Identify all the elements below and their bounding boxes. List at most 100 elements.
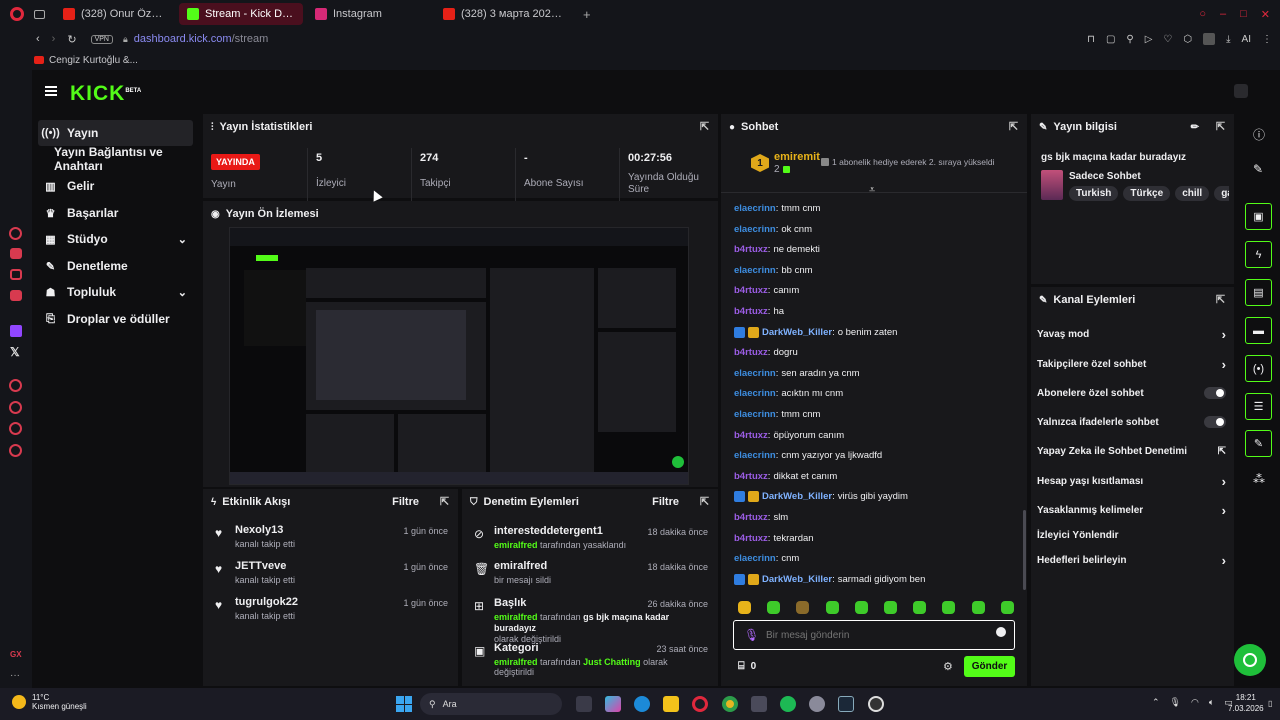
popout-icon[interactable]: ⇱ bbox=[439, 496, 450, 508]
chat-username[interactable]: b4rtuxz bbox=[734, 512, 768, 523]
chat-username[interactable]: elaecrinn bbox=[734, 265, 776, 276]
spotify-icon[interactable] bbox=[780, 696, 796, 712]
gifter-name[interactable]: emiremit bbox=[774, 151, 820, 163]
minimize-button[interactable]: – bbox=[1220, 8, 1226, 21]
chat-username[interactable]: DarkWeb_Killer bbox=[762, 574, 832, 585]
mic-icon[interactable]: 🎙︎ bbox=[1170, 697, 1181, 708]
pinned-gifter[interactable]: 1 emiremit 2 1 abonelik hediye ederek 2.… bbox=[751, 150, 1023, 180]
channel-action-slow-mode[interactable]: Yavaş mod › bbox=[1037, 325, 1226, 343]
chat-username[interactable]: elaecrinn bbox=[734, 203, 776, 214]
chat-username[interactable]: elaecrinn bbox=[734, 368, 776, 379]
filter-button[interactable]: Filtre bbox=[392, 496, 419, 508]
twitch-icon[interactable] bbox=[10, 325, 22, 337]
tab-youtube-2[interactable]: (328) 3 марта 2026 г. - Yo bbox=[435, 3, 575, 25]
opera-logo-icon[interactable] bbox=[10, 7, 24, 21]
more-actions-icon[interactable]: ⁂ bbox=[1253, 472, 1265, 486]
pinboard-icon[interactable] bbox=[9, 422, 22, 435]
moderation-target[interactable]: interesteddetergent1 bbox=[494, 525, 603, 537]
edit-icon[interactable]: ✏︎ bbox=[1191, 122, 1199, 133]
nav-item-stream-key[interactable]: Yayın Bağlantısı ve Anahtarı bbox=[38, 145, 208, 173]
url-field[interactable]: dashboard.kick.com/stream bbox=[134, 33, 269, 45]
help-button[interactable] bbox=[1234, 644, 1266, 676]
pin-icon[interactable]: ⚲ bbox=[1126, 34, 1133, 45]
emote-icon[interactable] bbox=[942, 601, 956, 614]
speed-dial-icon[interactable] bbox=[9, 379, 22, 392]
rail-button-clip[interactable]: ▣ bbox=[1245, 203, 1272, 230]
clock[interactable]: 18:21 7.03.2026 bbox=[1228, 693, 1264, 713]
microphone-icon[interactable]: 🎙︎ bbox=[744, 628, 759, 642]
download-icon[interactable]: ⤓ bbox=[1226, 34, 1230, 45]
kick-logo[interactable]: KICKBETA bbox=[70, 82, 141, 106]
opera-gx-icon[interactable] bbox=[692, 696, 708, 712]
emote-icon[interactable] bbox=[854, 601, 868, 614]
emote-icon[interactable] bbox=[884, 601, 897, 614]
emote-icon[interactable] bbox=[796, 601, 810, 614]
emote-icon[interactable] bbox=[767, 601, 781, 614]
info-icon[interactable]: ⓘ bbox=[1253, 126, 1265, 143]
music-icon[interactable] bbox=[10, 290, 22, 301]
nav-item-studio[interactable]: ▦ Stüdyo ⌄ bbox=[38, 226, 193, 252]
emote-icon[interactable] bbox=[738, 601, 751, 614]
rail-button-notes[interactable]: ▤ bbox=[1245, 279, 1272, 306]
tab-youtube-1[interactable]: (328) Onur Özdemir - I bbox=[55, 3, 175, 25]
rail-button-bolt[interactable]: ϟ bbox=[1245, 241, 1272, 268]
close-window-button[interactable]: ✕ bbox=[1261, 8, 1270, 21]
hamburger-menu-icon[interactable] bbox=[45, 86, 57, 96]
search-tabs-icon[interactable]: ○ bbox=[1199, 8, 1206, 21]
emote-picker-icon[interactable] bbox=[996, 627, 1006, 637]
notification-icon[interactable]: ▯ bbox=[1268, 699, 1272, 708]
rail-button-chat[interactable]: ▬ bbox=[1245, 317, 1272, 344]
obs-icon[interactable] bbox=[868, 696, 884, 712]
chat-username[interactable]: b4rtuxz bbox=[734, 306, 768, 317]
rail-button-layout[interactable]: ☰ bbox=[1245, 393, 1272, 420]
chat-username[interactable]: elaecrinn bbox=[734, 388, 776, 399]
channel-points[interactable]: ⌸ 0 bbox=[738, 660, 756, 673]
send-button[interactable]: Gönder bbox=[964, 656, 1015, 677]
settings-gear-icon[interactable] bbox=[809, 696, 825, 712]
moderation-target[interactable]: emiralfred bbox=[494, 560, 547, 572]
activity-user[interactable]: JETTveve bbox=[235, 560, 286, 572]
store-icon[interactable] bbox=[751, 696, 767, 712]
nav-item-drops[interactable]: ⎘ Droplar ve ödüller bbox=[38, 306, 193, 332]
tag-chip[interactable]: chill bbox=[1175, 186, 1210, 201]
chat-username[interactable]: elaecrinn bbox=[734, 450, 776, 461]
maximize-button[interactable]: □ bbox=[1240, 8, 1247, 21]
channel-action-ai-moderation[interactable]: Yapay Zeka ile Sohbet Denetimi ⇱ bbox=[1037, 442, 1226, 460]
chat-username[interactable]: b4rtuxz bbox=[734, 533, 768, 544]
moderator-name[interactable]: emiralfred bbox=[494, 657, 538, 667]
rail-button-broadcast[interactable]: (•) bbox=[1245, 355, 1272, 382]
play-icon[interactable]: ▷ bbox=[1145, 34, 1153, 45]
tag-chip[interactable]: gami bbox=[1214, 186, 1229, 201]
x-icon[interactable]: 𝕏 bbox=[10, 345, 20, 359]
channel-action-banned-words[interactable]: Yasaklanmış kelimeler › bbox=[1037, 501, 1226, 519]
chat-settings-icon[interactable]: ⚙ bbox=[943, 660, 953, 673]
gx-icon[interactable]: GX bbox=[10, 650, 22, 659]
category-thumbnail[interactable] bbox=[1041, 170, 1063, 200]
instagram-icon[interactable] bbox=[10, 269, 22, 280]
chat-username[interactable]: b4rtuxz bbox=[734, 347, 768, 358]
bookmark-icon[interactable]: ⊓ bbox=[1087, 34, 1095, 45]
new-tab-button[interactable]: + bbox=[583, 7, 591, 22]
emote-icon[interactable] bbox=[971, 601, 985, 614]
tray-expand-icon[interactable]: ⌃ bbox=[1152, 697, 1160, 708]
chat-username[interactable]: elaecrinn bbox=[734, 409, 776, 420]
tag-chip[interactable]: Turkish bbox=[1069, 186, 1119, 201]
chat-username[interactable]: b4rtuxz bbox=[734, 430, 768, 441]
taskbar-search[interactable]: ⚲ Ara bbox=[420, 693, 562, 715]
popout-icon[interactable]: ⇱ bbox=[699, 496, 710, 508]
tab-instagram[interactable]: Instagram bbox=[307, 3, 431, 25]
filter-button[interactable]: Filtre bbox=[652, 496, 679, 508]
nav-item-community[interactable]: ☗ Topluluk ⌄ bbox=[38, 279, 193, 305]
messenger-icon[interactable] bbox=[10, 248, 22, 259]
chat-username[interactable]: b4rtuxz bbox=[734, 285, 768, 296]
channel-action-account-age[interactable]: Hesap yaşı kısıtlaması › bbox=[1037, 472, 1226, 490]
chrome-icon[interactable] bbox=[722, 696, 738, 712]
stream-preview-video[interactable] bbox=[229, 227, 689, 485]
forward-icon[interactable]: › bbox=[52, 33, 56, 45]
workspaces-icon[interactable] bbox=[34, 9, 45, 19]
emotes-only-toggle[interactable] bbox=[1204, 416, 1226, 428]
nav-item-moderation[interactable]: ✎ Denetleme bbox=[38, 253, 193, 279]
settings-icon[interactable] bbox=[9, 444, 22, 457]
volume-icon[interactable]: 🔈︎ bbox=[1209, 697, 1214, 708]
chat-input-box[interactable]: 🎙︎ bbox=[733, 620, 1015, 650]
